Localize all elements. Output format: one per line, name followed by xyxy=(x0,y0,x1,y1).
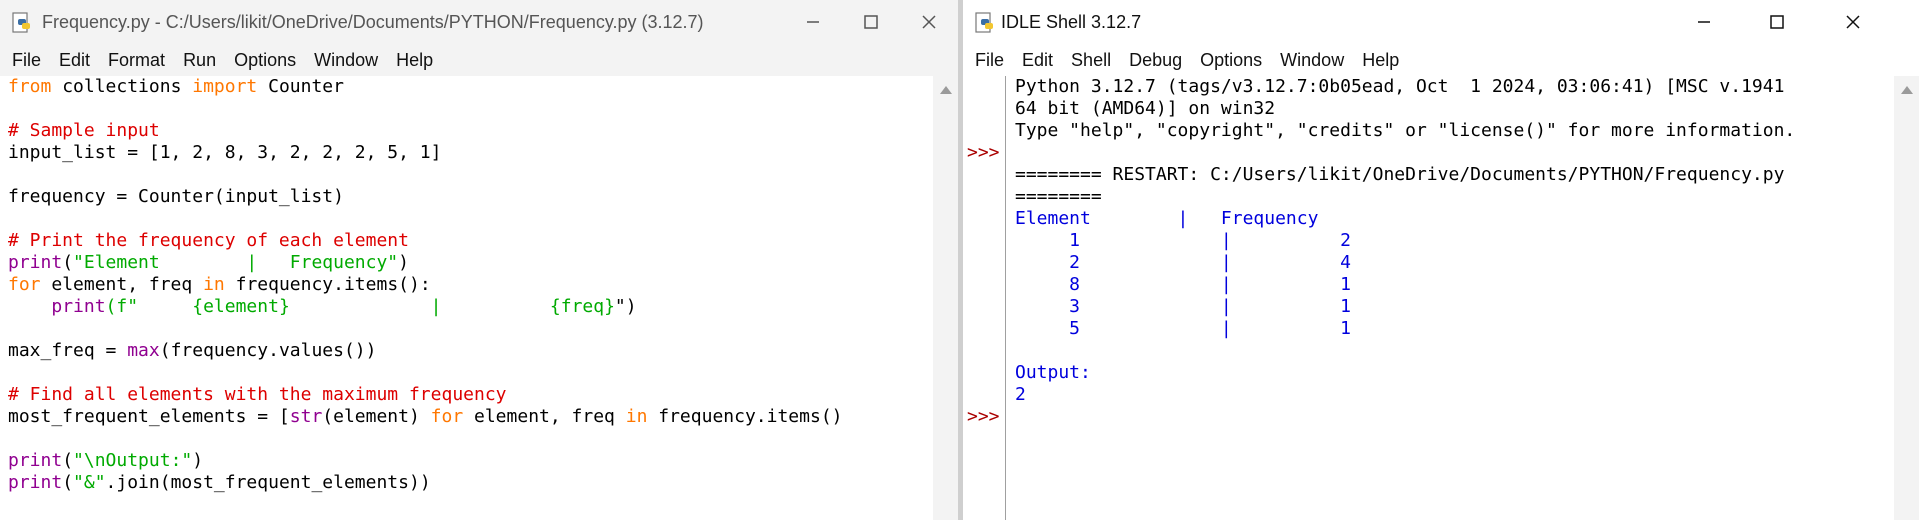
output-line: 1 | 2 xyxy=(1015,230,1351,251)
shell-window-title: IDLE Shell 3.12.7 xyxy=(1001,12,1142,32)
maximize-button[interactable] xyxy=(842,0,900,44)
code-line: # Sample input xyxy=(8,120,160,141)
minimize-button[interactable] xyxy=(784,0,842,44)
shell-prompt-gutter: >>> >>> xyxy=(963,76,1006,520)
menu-file[interactable]: File xyxy=(12,50,41,71)
menu-help[interactable]: Help xyxy=(396,50,433,71)
menu-window[interactable]: Window xyxy=(1280,50,1344,71)
shell-titlebar[interactable]: IDLE Shell 3.12.7 xyxy=(963,0,1919,44)
shell-line: 64 bit (AMD64)] on win32 xyxy=(1015,98,1276,119)
code-line: print("\nOutput:") xyxy=(8,450,204,471)
menu-help[interactable]: Help xyxy=(1362,50,1399,71)
code-line: print("&".join(most_frequent_elements)) xyxy=(8,472,431,493)
code-line: max_freq = max(frequency.values()) xyxy=(8,340,377,361)
close-icon xyxy=(922,15,936,29)
code-line: # Print the frequency of each element xyxy=(8,230,409,251)
output-line: 5 | 1 xyxy=(1015,318,1351,339)
python-icon xyxy=(975,12,993,33)
close-button[interactable] xyxy=(900,0,958,44)
menu-debug[interactable]: Debug xyxy=(1129,50,1182,71)
shell-menubar: File Edit Shell Debug Options Window Hel… xyxy=(963,44,1919,76)
editor-menubar: File Edit Format Run Options Window Help xyxy=(0,44,958,76)
scroll-up-arrow-icon[interactable] xyxy=(940,86,952,94)
menu-file[interactable]: File xyxy=(975,50,1004,71)
shell-prompt: >>> xyxy=(967,142,1000,163)
code-line: frequency = Counter(input_list) xyxy=(8,186,344,207)
shell-scrollbar[interactable] xyxy=(1894,76,1919,520)
scroll-up-arrow-icon[interactable] xyxy=(1901,86,1913,94)
editor-window-title: Frequency.py - C:/Users/likit/OneDrive/D… xyxy=(42,12,704,32)
code-line: input_list = [1, 2, 8, 3, 2, 2, 2, 5, 1] xyxy=(8,142,442,163)
menu-window[interactable]: Window xyxy=(314,50,378,71)
code-line: from collections import Counter xyxy=(8,76,344,97)
output-line: Element | Frequency xyxy=(1015,208,1319,229)
menu-run[interactable]: Run xyxy=(183,50,216,71)
shell-line: Python 3.12.7 (tags/v3.12.7:0b05ead, Oct… xyxy=(1015,76,1785,97)
output-line: Output: xyxy=(1015,362,1091,383)
menu-edit[interactable]: Edit xyxy=(59,50,90,71)
code-editor[interactable]: from collections import Counter # Sample… xyxy=(0,76,933,520)
maximize-icon xyxy=(864,15,878,29)
menu-shell[interactable]: Shell xyxy=(1071,50,1111,71)
minimize-button[interactable] xyxy=(1675,0,1733,44)
shell-line: ======== RESTART: C:/Users/likit/OneDriv… xyxy=(1015,164,1785,185)
minimize-icon xyxy=(807,21,819,23)
code-line: print("Element | Frequency") xyxy=(8,252,409,273)
editor-scrollbar[interactable] xyxy=(933,76,958,520)
code-line: print(f" {element} | {freq}") xyxy=(51,296,637,317)
output-line: 2 xyxy=(1015,384,1026,405)
output-line: 8 | 1 xyxy=(1015,274,1351,295)
menu-options[interactable]: Options xyxy=(234,50,296,71)
editor-window: Frequency.py - C:/Users/likit/OneDrive/D… xyxy=(0,0,958,520)
code-line: most_frequent_elements = [str(element) f… xyxy=(8,406,843,427)
editor-titlebar[interactable]: Frequency.py - C:/Users/likit/OneDrive/D… xyxy=(0,0,958,44)
minimize-icon xyxy=(1698,21,1710,23)
maximize-icon xyxy=(1770,15,1784,29)
code-line: # Find all elements with the maximum fre… xyxy=(8,384,507,405)
code-line: for element, freq in frequency.items(): xyxy=(8,274,431,295)
shell-line: Type "help", "copyright", "credits" or "… xyxy=(1015,120,1796,141)
shell-line: ======== xyxy=(1015,186,1102,207)
shell-window: IDLE Shell 3.12.7 File Edit Shell Debug … xyxy=(963,0,1919,520)
menu-format[interactable]: Format xyxy=(108,50,165,71)
output-line: 2 | 4 xyxy=(1015,252,1351,273)
python-file-icon xyxy=(12,12,30,33)
menu-edit[interactable]: Edit xyxy=(1022,50,1053,71)
close-icon xyxy=(1846,15,1860,29)
menu-options[interactable]: Options xyxy=(1200,50,1262,71)
shell-prompt: >>> xyxy=(967,406,1000,427)
output-line: 3 | 1 xyxy=(1015,296,1351,317)
maximize-button[interactable] xyxy=(1748,0,1806,44)
close-button[interactable] xyxy=(1824,0,1882,44)
shell-output[interactable]: Python 3.12.7 (tags/v3.12.7:0b05ead, Oct… xyxy=(1011,76,1894,520)
